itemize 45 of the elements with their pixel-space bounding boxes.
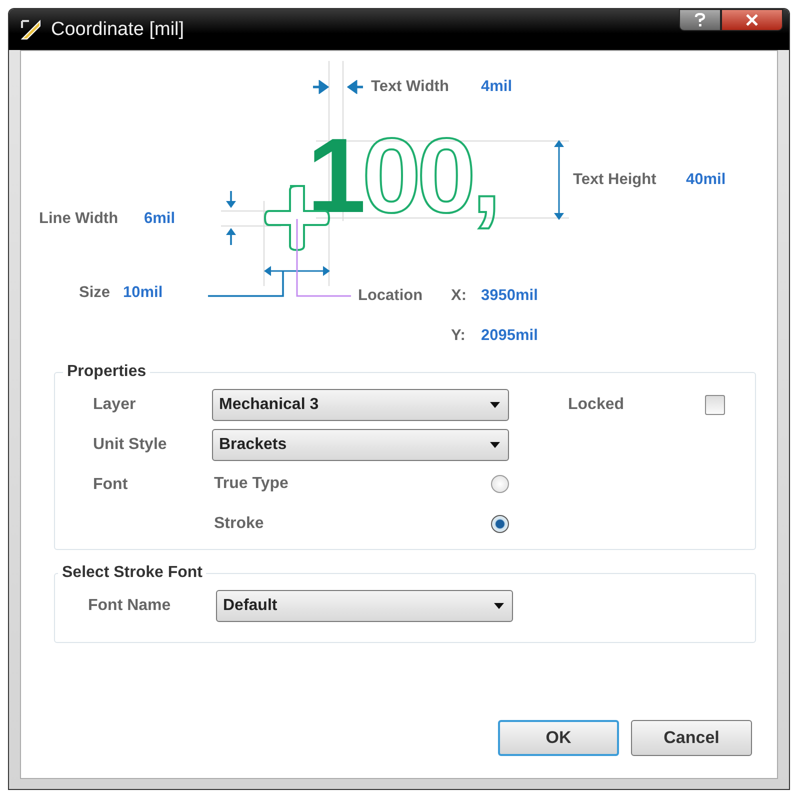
text-height-label: Text Height [573,171,656,189]
y-value: 2095mil [481,327,538,345]
dropdown-caret-icon [490,402,500,408]
size-label: Size [79,284,110,302]
line-width-label: Line Width [39,210,118,228]
x-label: X: [451,287,466,305]
sample-text: 1 [307,123,362,229]
field-label: Locked [568,396,626,414]
dropdown-caret-icon [494,603,504,609]
field-label: Unit Style [93,436,168,454]
close-icon [746,14,758,26]
cancel-button[interactable]: Cancel [631,720,752,756]
right-arrow-icon [313,80,329,94]
close-button[interactable] [721,9,783,31]
help-icon [694,13,706,27]
ok-button[interactable]: OK [498,720,619,756]
text-width-value: 4mil [481,78,512,96]
help-button[interactable] [679,9,721,31]
window-title: Coordinate [mil] [51,18,184,40]
locked-checkbox[interactable] [705,395,725,415]
x-value: 3950mil [481,287,538,305]
group-title: Properties [66,363,148,381]
layer-dropdown[interactable]: Mechanical 3 [212,389,509,421]
option-label: True Type [214,475,288,493]
text-height-value: 40mil [686,171,726,189]
unit-style-dropdown[interactable]: Brackets [212,429,509,461]
field-label: Layer [93,396,137,414]
size-value: 10mil [123,284,163,302]
down-arrow-icon [225,191,237,209]
location-label: Location [358,287,423,305]
font-name-dropdown[interactable]: Default [216,590,513,622]
field-label: Font [93,475,129,495]
field-label: Font Name [88,597,172,615]
y-label: Y: [451,327,466,345]
sample-text: 00, [362,123,498,229]
up-arrow-icon [225,227,237,245]
option-label: Stroke [214,515,264,533]
group-title: Select Stroke Font [61,564,204,582]
radio-button[interactable] [491,515,509,533]
dropdown-caret-icon [490,442,500,448]
radio-button[interactable] [491,475,509,493]
text-width-label: Text Width [371,78,449,96]
left-arrow-icon [347,80,363,94]
ruler-icon [19,18,43,42]
line-width-value: 6mil [144,210,176,228]
